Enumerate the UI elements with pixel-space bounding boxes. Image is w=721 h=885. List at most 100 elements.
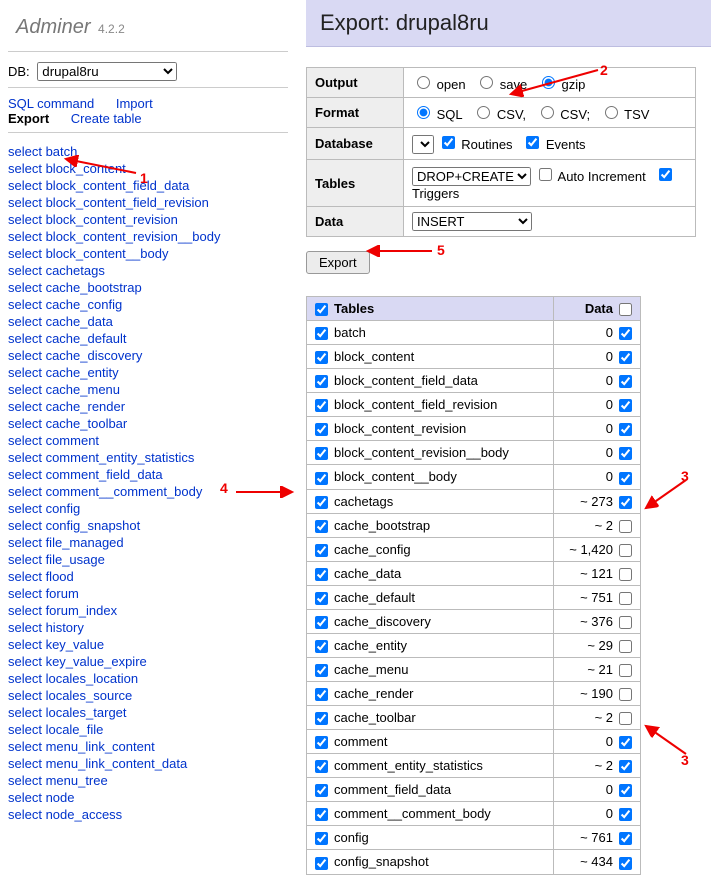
sidebar-table-link[interactable]: select forum	[8, 585, 288, 602]
sidebar-table-link[interactable]: select flood	[8, 568, 288, 585]
table-export-checkbox[interactable]	[315, 447, 328, 460]
sidebar-table-link[interactable]: select key_value	[8, 636, 288, 653]
table-export-checkbox[interactable]	[315, 423, 328, 436]
table-export-checkbox[interactable]	[315, 592, 328, 605]
sidebar-table-link[interactable]: select cache_default	[8, 330, 288, 347]
sidebar-table-link[interactable]: select cache_toolbar	[8, 415, 288, 432]
table-data-checkbox[interactable]	[619, 327, 632, 340]
table-export-checkbox[interactable]	[315, 544, 328, 557]
tables-mode-select[interactable]: DROP+CREATE	[412, 167, 531, 186]
database-events[interactable]: Events	[522, 137, 585, 152]
table-data-checkbox[interactable]	[619, 832, 632, 845]
table-data-checkbox[interactable]	[619, 447, 632, 460]
table-data-checkbox[interactable]	[619, 688, 632, 701]
table-data-checkbox[interactable]	[619, 351, 632, 364]
table-export-checkbox[interactable]	[315, 496, 328, 509]
menu-import[interactable]: Import	[116, 96, 153, 111]
table-export-checkbox[interactable]	[315, 736, 328, 749]
data-check-all[interactable]	[619, 303, 632, 316]
db-select[interactable]: drupal8ru	[37, 62, 177, 81]
sidebar-table-link[interactable]: select node_access	[8, 806, 288, 823]
table-data-checkbox[interactable]	[619, 568, 632, 581]
database-routines[interactable]: Routines	[438, 137, 513, 152]
table-export-checkbox[interactable]	[315, 688, 328, 701]
sidebar-table-link[interactable]: select locales_target	[8, 704, 288, 721]
sidebar-table-link[interactable]: select menu_link_content_data	[8, 755, 288, 772]
sidebar-table-link[interactable]: select cachetags	[8, 262, 288, 279]
sidebar-table-link[interactable]: select comment__comment_body	[8, 483, 288, 500]
table-data-checkbox[interactable]	[619, 472, 632, 485]
sidebar-table-link[interactable]: select block_content_field_data	[8, 177, 288, 194]
sidebar-table-link[interactable]: select block_content	[8, 160, 288, 177]
table-data-checkbox[interactable]	[619, 592, 632, 605]
sidebar-table-link[interactable]: select cache_discovery	[8, 347, 288, 364]
table-data-checkbox[interactable]	[619, 736, 632, 749]
sidebar-table-link[interactable]: select key_value_expire	[8, 653, 288, 670]
table-data-checkbox[interactable]	[619, 640, 632, 653]
sidebar-table-link[interactable]: select node	[8, 789, 288, 806]
format-csv-comma[interactable]: CSV,	[472, 107, 526, 122]
sidebar-table-link[interactable]: select comment	[8, 432, 288, 449]
sidebar-table-link[interactable]: select cache_data	[8, 313, 288, 330]
database-mode-select[interactable]	[412, 135, 434, 154]
output-gzip[interactable]: gzip	[537, 77, 585, 92]
sidebar-table-link[interactable]: select forum_index	[8, 602, 288, 619]
table-data-checkbox[interactable]	[619, 496, 632, 509]
sidebar-table-link[interactable]: select locales_location	[8, 670, 288, 687]
table-export-checkbox[interactable]	[315, 857, 328, 870]
table-data-checkbox[interactable]	[619, 520, 632, 533]
table-export-checkbox[interactable]	[315, 832, 328, 845]
table-data-checkbox[interactable]	[619, 760, 632, 773]
table-data-checkbox[interactable]	[619, 712, 632, 725]
sidebar-table-link[interactable]: select menu_link_content	[8, 738, 288, 755]
menu-sql-command[interactable]: SQL command	[8, 96, 94, 111]
menu-export-current[interactable]: Export	[8, 111, 49, 126]
format-tsv[interactable]: TSV	[600, 107, 650, 122]
table-data-checkbox[interactable]	[619, 399, 632, 412]
tables-auto-increment[interactable]: Auto Increment	[535, 169, 646, 184]
sidebar-table-link[interactable]: select cache_config	[8, 296, 288, 313]
table-data-checkbox[interactable]	[619, 544, 632, 557]
table-export-checkbox[interactable]	[315, 351, 328, 364]
sidebar-table-link[interactable]: select locale_file	[8, 721, 288, 738]
table-export-checkbox[interactable]	[315, 472, 328, 485]
sidebar-table-link[interactable]: select cache_bootstrap	[8, 279, 288, 296]
sidebar-table-link[interactable]: select locales_source	[8, 687, 288, 704]
table-export-checkbox[interactable]	[315, 808, 328, 821]
sidebar-table-link[interactable]: select history	[8, 619, 288, 636]
table-export-checkbox[interactable]	[315, 640, 328, 653]
output-open[interactable]: open	[412, 77, 466, 92]
sidebar-table-link[interactable]: select comment_field_data	[8, 466, 288, 483]
table-data-checkbox[interactable]	[619, 423, 632, 436]
output-save[interactable]: save	[475, 77, 527, 92]
table-export-checkbox[interactable]	[315, 760, 328, 773]
table-export-checkbox[interactable]	[315, 375, 328, 388]
table-export-checkbox[interactable]	[315, 399, 328, 412]
sidebar-table-link[interactable]: select config	[8, 500, 288, 517]
table-data-checkbox[interactable]	[619, 857, 632, 870]
sidebar-table-link[interactable]: select batch	[8, 143, 288, 160]
table-data-checkbox[interactable]	[619, 784, 632, 797]
table-export-checkbox[interactable]	[315, 784, 328, 797]
sidebar-table-link[interactable]: select block_content__body	[8, 245, 288, 262]
table-data-checkbox[interactable]	[619, 664, 632, 677]
sidebar-table-link[interactable]: select menu_tree	[8, 772, 288, 789]
table-export-checkbox[interactable]	[315, 568, 328, 581]
sidebar-table-link[interactable]: select block_content_revision__body	[8, 228, 288, 245]
sidebar-table-link[interactable]: select comment_entity_statistics	[8, 449, 288, 466]
sidebar-table-link[interactable]: select cache_entity	[8, 364, 288, 381]
table-export-checkbox[interactable]	[315, 712, 328, 725]
table-export-checkbox[interactable]	[315, 664, 328, 677]
sidebar-table-link[interactable]: select config_snapshot	[8, 517, 288, 534]
table-export-checkbox[interactable]	[315, 520, 328, 533]
sidebar-table-link[interactable]: select file_usage	[8, 551, 288, 568]
sidebar-table-link[interactable]: select block_content_revision	[8, 211, 288, 228]
table-data-checkbox[interactable]	[619, 375, 632, 388]
table-export-checkbox[interactable]	[315, 327, 328, 340]
sidebar-table-link[interactable]: select file_managed	[8, 534, 288, 551]
tables-check-all[interactable]	[315, 303, 328, 316]
table-data-checkbox[interactable]	[619, 808, 632, 821]
table-data-checkbox[interactable]	[619, 616, 632, 629]
format-sql[interactable]: SQL	[412, 107, 463, 122]
menu-create-table[interactable]: Create table	[71, 111, 142, 126]
